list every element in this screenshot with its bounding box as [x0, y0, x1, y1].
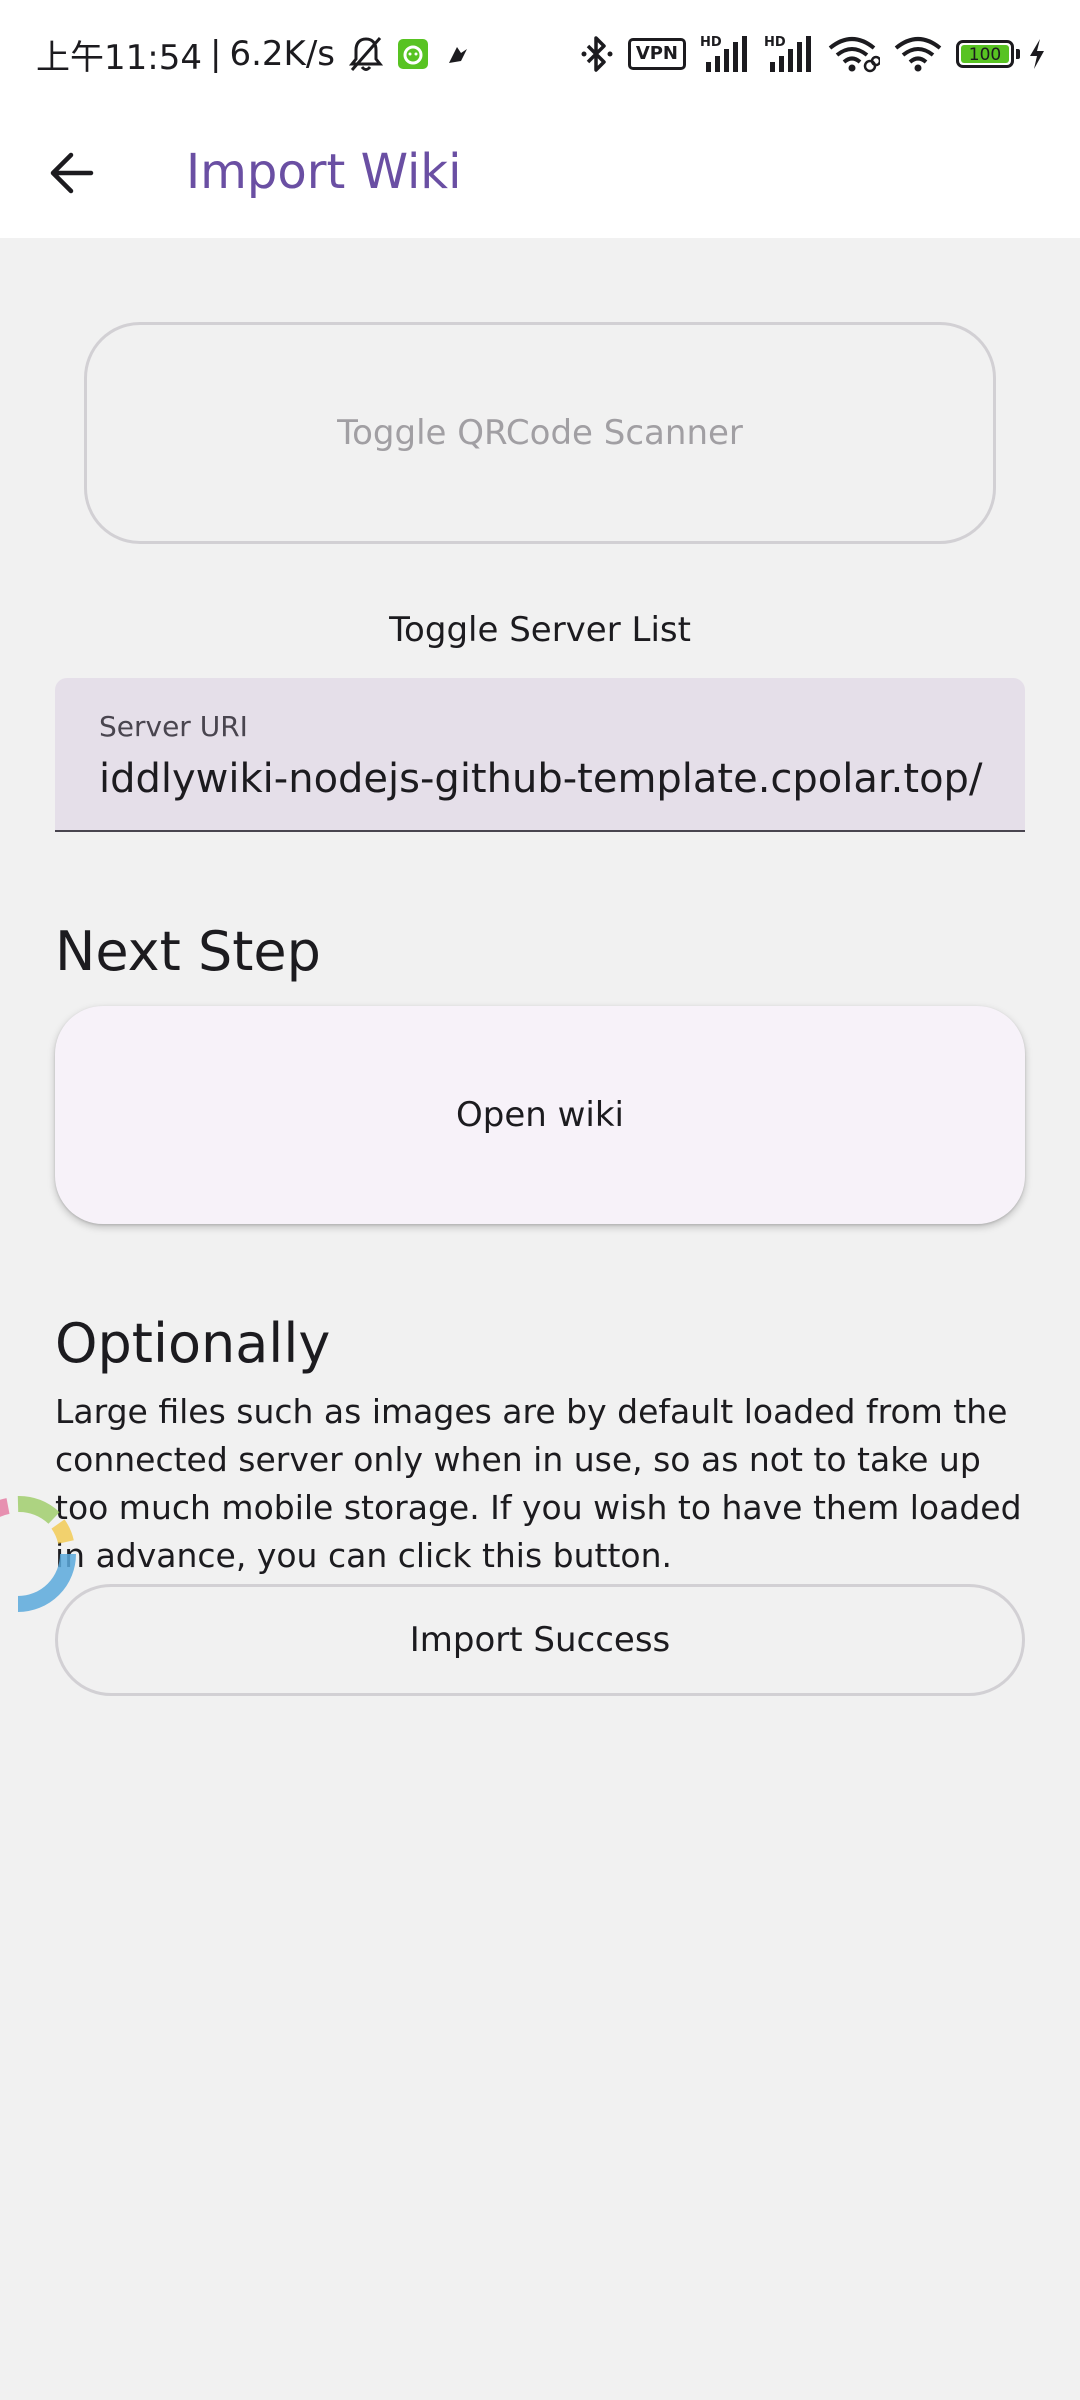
server-uri-input[interactable]: iddlywiki-nodejs-github-template.cpolar.… — [99, 756, 999, 802]
status-net-speed: 6.2K/s — [229, 34, 335, 74]
back-button[interactable] — [30, 131, 114, 215]
battery-level: 100 — [961, 45, 1009, 65]
svg-text:HD: HD — [764, 35, 786, 50]
toggle-server-list-button[interactable]: Toggle Server List — [340, 596, 740, 664]
page-title: Import Wiki — [186, 144, 462, 200]
bluetooth-icon — [581, 36, 613, 72]
status-bar: 上午11:54 | 6.2K/s VPN HD HD 100 — [0, 0, 1080, 108]
toggle-qrcode-scanner-button[interactable]: Toggle QRCode Scanner — [84, 322, 996, 544]
signal-hd-icon: HD — [700, 35, 747, 72]
status-time: 上午11:54 — [36, 37, 202, 78]
svg-text:HD: HD — [700, 35, 722, 50]
loading-spinner-icon — [0, 1496, 76, 1612]
vpn-icon: VPN — [627, 38, 686, 70]
wifi-icon — [894, 37, 942, 72]
status-left: 上午11:54 | 6.2K/s — [36, 30, 473, 78]
wifi-link-icon — [828, 37, 880, 73]
import-success-button[interactable]: Import Success — [55, 1584, 1025, 1696]
arrow-back-icon — [50, 152, 94, 194]
bell-off-icon — [349, 37, 383, 71]
status-right: VPN HD HD 100 — [580, 30, 1046, 78]
battery-icon: 100 — [956, 40, 1020, 68]
open-wiki-button[interactable]: Open wiki — [55, 1006, 1025, 1224]
optionally-description: Large files such as images are by defaul… — [55, 1392, 1022, 1575]
next-step-heading: Next Step — [55, 920, 321, 983]
optionally-heading: Optionally — [55, 1312, 331, 1375]
status-separator: | — [209, 34, 222, 74]
signal-hd-icon: HD — [764, 35, 811, 72]
charging-icon — [1030, 39, 1044, 69]
bird-icon — [449, 47, 467, 63]
app-notification-icon — [398, 39, 428, 69]
app-bar: Import Wiki — [0, 108, 1080, 238]
server-uri-field[interactable]: Server URI iddlywiki-nodejs-github-templ… — [55, 678, 1025, 832]
server-uri-label: Server URI — [99, 710, 248, 743]
